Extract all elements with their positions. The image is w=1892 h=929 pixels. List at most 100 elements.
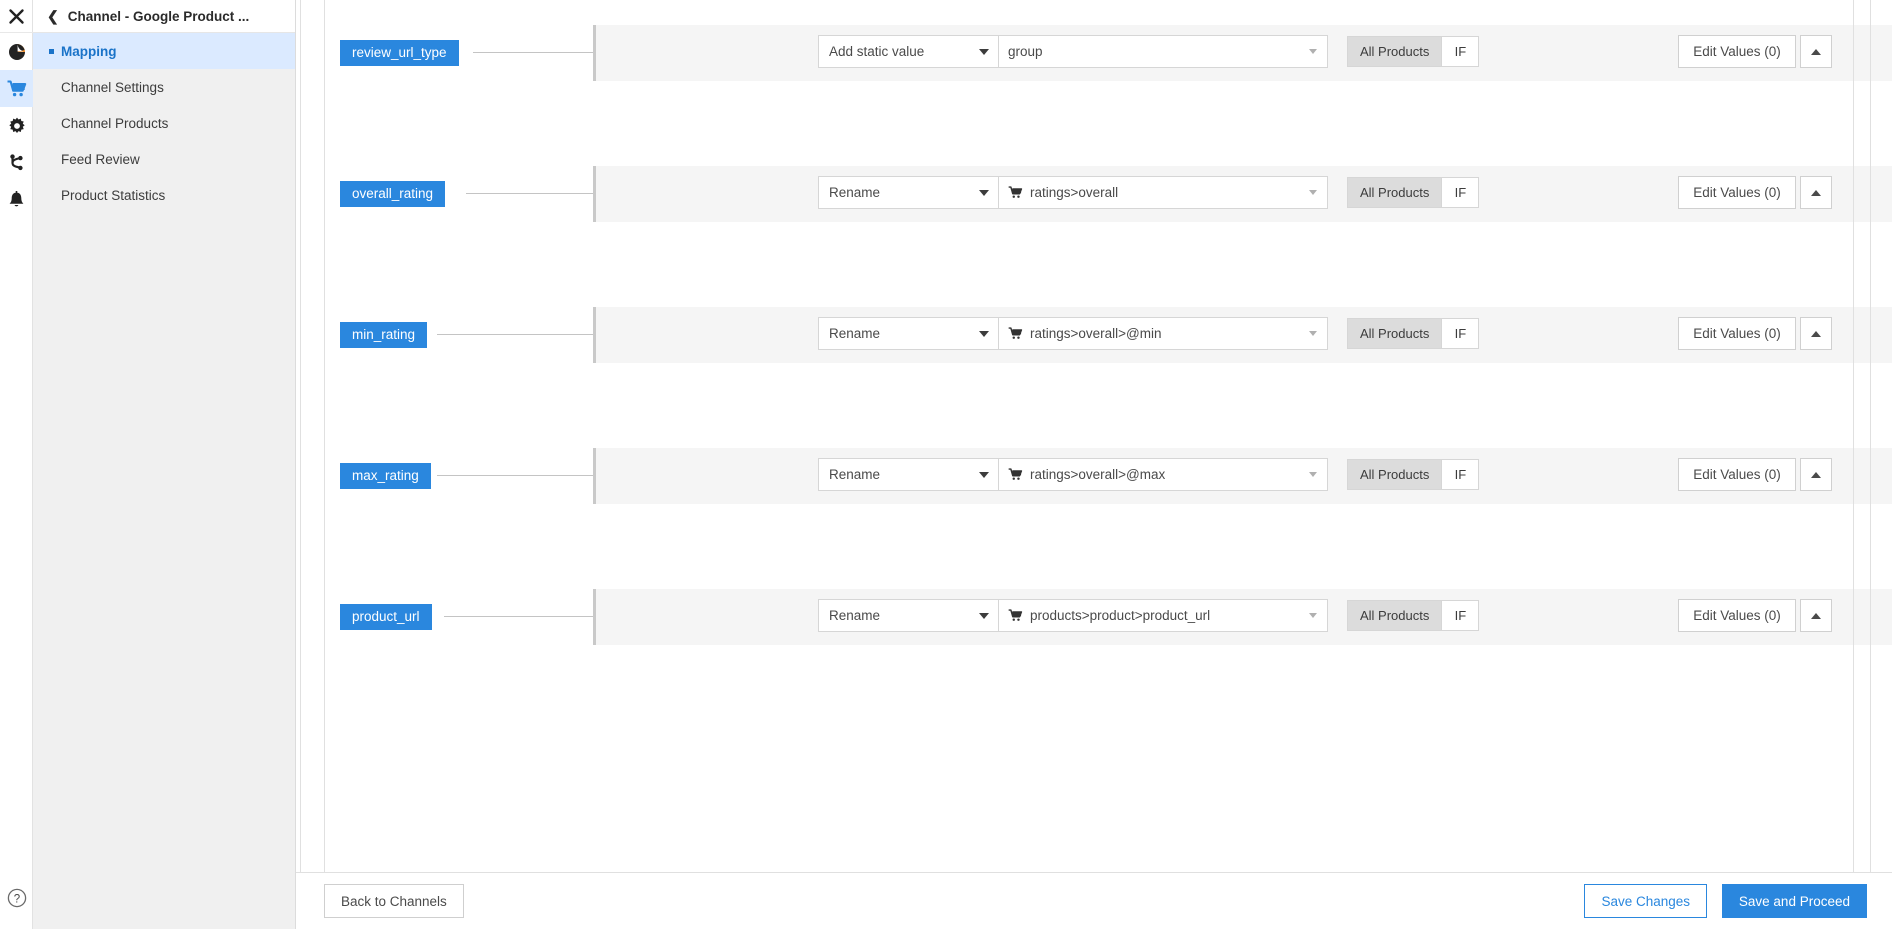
action-select-value: Rename bbox=[829, 467, 881, 482]
sidebar-item-label: Feed Review bbox=[61, 151, 140, 167]
chevron-up-icon bbox=[1811, 612, 1821, 619]
field-name-pill[interactable]: review_url_type bbox=[340, 40, 459, 66]
branch-icon-button[interactable] bbox=[0, 144, 33, 181]
cart-icon bbox=[1008, 468, 1023, 481]
chevron-down-icon bbox=[979, 48, 989, 55]
svg-text:?: ? bbox=[13, 893, 19, 905]
help-icon: ? bbox=[7, 888, 27, 913]
cart-icon bbox=[1008, 609, 1023, 622]
action-select-value: Rename bbox=[829, 608, 881, 623]
source-select-value: ratings>overall>@min bbox=[1030, 326, 1162, 341]
scope-segmented-control: All Products IF bbox=[1347, 36, 1480, 67]
chevron-up-icon bbox=[1811, 189, 1821, 196]
scope-all-products-button[interactable]: All Products bbox=[1348, 37, 1442, 66]
sidebar-item-label: Product Statistics bbox=[61, 187, 166, 203]
chevron-up-icon bbox=[1811, 48, 1821, 55]
row-connector-line bbox=[437, 334, 593, 335]
close-icon-button[interactable] bbox=[0, 0, 33, 33]
action-select[interactable]: Rename bbox=[818, 176, 1000, 209]
mapping-row: Rename products>product>product_url All Pr… bbox=[296, 534, 1892, 704]
sidebar-title: Channel - Google Product ... bbox=[67, 8, 250, 24]
scope-if-button[interactable]: IF bbox=[1441, 601, 1478, 630]
source-select[interactable]: ratings>overall>@min bbox=[998, 317, 1328, 350]
row-band: Rename products>product>product_url All Pr… bbox=[593, 589, 1892, 645]
bell-icon bbox=[8, 190, 25, 209]
field-name-pill[interactable]: min_rating bbox=[340, 322, 428, 348]
cart-icon bbox=[1008, 186, 1023, 199]
chevron-down-icon bbox=[1309, 49, 1317, 54]
collapse-row-button[interactable] bbox=[1800, 599, 1832, 632]
edit-values-button[interactable]: Edit Values (0) bbox=[1678, 35, 1796, 68]
cart-icon-button[interactable] bbox=[0, 70, 33, 107]
edit-values-button[interactable]: Edit Values (0) bbox=[1678, 599, 1796, 632]
action-select[interactable]: Add static value bbox=[818, 35, 1000, 68]
gear-icon bbox=[8, 117, 26, 135]
analytics-icon-button[interactable] bbox=[0, 33, 33, 70]
row-band: Rename ratings>overall>@min All Products IF… bbox=[593, 307, 1892, 363]
field-name-pill[interactable]: max_rating bbox=[340, 463, 431, 489]
field-name-pill[interactable]: product_url bbox=[340, 604, 432, 630]
analytics-icon bbox=[8, 43, 26, 61]
row-band: Rename ratings>overall All Products IF Edit … bbox=[593, 166, 1892, 222]
sidebar-item-channel-settings[interactable]: Channel Settings bbox=[33, 69, 295, 105]
edit-values-button[interactable]: Edit Values (0) bbox=[1678, 317, 1796, 350]
field-name-pill[interactable]: overall_rating bbox=[340, 181, 446, 207]
cart-icon bbox=[1008, 327, 1023, 340]
source-select[interactable]: ratings>overall bbox=[998, 176, 1328, 209]
row-connector-line bbox=[466, 193, 593, 194]
collapse-row-button[interactable] bbox=[1800, 176, 1832, 209]
sidebar-header-back[interactable]: ❮ Channel - Google Product ... bbox=[33, 0, 295, 33]
action-select[interactable]: Rename bbox=[818, 317, 1000, 350]
scope-all-products-button[interactable]: All Products bbox=[1348, 319, 1442, 348]
save-and-proceed-button[interactable]: Save and Proceed bbox=[1721, 884, 1867, 918]
help-icon-button[interactable]: ? bbox=[0, 884, 33, 917]
scope-all-products-button[interactable]: All Products bbox=[1348, 601, 1442, 630]
back-to-channels-button[interactable]: Back to Channels bbox=[324, 884, 464, 918]
main-content: Add static value group All Products IF Edit … bbox=[296, 0, 1892, 929]
source-select[interactable]: group bbox=[998, 35, 1328, 68]
source-select-value: group bbox=[1008, 44, 1043, 59]
content-divider bbox=[1853, 0, 1854, 872]
bell-icon-button[interactable] bbox=[0, 181, 33, 218]
edit-values-button[interactable]: Edit Values (0) bbox=[1678, 458, 1796, 491]
collapse-row-button[interactable] bbox=[1800, 317, 1832, 350]
edit-values-button[interactable]: Edit Values (0) bbox=[1678, 176, 1796, 209]
collapse-row-button[interactable] bbox=[1800, 35, 1832, 68]
scope-if-button[interactable]: IF bbox=[1441, 460, 1478, 489]
chevron-down-icon bbox=[1309, 190, 1317, 195]
scope-segmented-control: All Products IF bbox=[1347, 459, 1480, 490]
save-changes-button[interactable]: Save Changes bbox=[1584, 884, 1707, 918]
source-select[interactable]: products>product>product_url bbox=[998, 599, 1328, 632]
row-connector-line bbox=[437, 475, 593, 476]
active-bullet-icon bbox=[49, 49, 54, 54]
row-connector-line bbox=[473, 52, 593, 53]
sidebar-item-channel-products[interactable]: Channel Products bbox=[33, 105, 295, 141]
scope-segmented-control: All Products IF bbox=[1347, 318, 1480, 349]
mapping-canvas: Add static value group All Products IF Edit … bbox=[296, 0, 1892, 872]
scope-all-products-button[interactable]: All Products bbox=[1348, 460, 1442, 489]
scope-if-button[interactable]: IF bbox=[1441, 178, 1478, 207]
scope-if-button[interactable]: IF bbox=[1441, 37, 1478, 66]
action-select[interactable]: Rename bbox=[818, 458, 1000, 491]
sidebar-item-label: Channel Products bbox=[61, 115, 169, 131]
sidebar-item-feed-review[interactable]: Feed Review bbox=[33, 141, 295, 177]
chevron-down-icon bbox=[1309, 331, 1317, 336]
chevron-down-icon bbox=[979, 471, 989, 478]
chevron-left-icon: ❮ bbox=[47, 7, 59, 24]
app-root: ? ❮ Channel - Google Product ... Mapping… bbox=[0, 0, 1892, 929]
scrollbar-track[interactable] bbox=[1870, 0, 1871, 872]
chevron-down-icon bbox=[979, 612, 989, 619]
sidebar-item-label: Mapping bbox=[61, 43, 117, 59]
sidebar-item-mapping[interactable]: Mapping bbox=[33, 33, 295, 69]
chevron-down-icon bbox=[1309, 613, 1317, 618]
action-select-value: Add static value bbox=[829, 44, 925, 59]
action-select[interactable]: Rename bbox=[818, 599, 1000, 632]
source-select-value: products>product>product_url bbox=[1030, 608, 1211, 623]
source-select[interactable]: ratings>overall>@max bbox=[998, 458, 1328, 491]
scope-if-button[interactable]: IF bbox=[1441, 319, 1478, 348]
collapse-row-button[interactable] bbox=[1800, 458, 1832, 491]
row-connector-line bbox=[444, 616, 593, 617]
sidebar-item-product-statistics[interactable]: Product Statistics bbox=[33, 177, 295, 213]
scope-all-products-button[interactable]: All Products bbox=[1348, 178, 1442, 207]
gear-icon-button[interactable] bbox=[0, 107, 33, 144]
